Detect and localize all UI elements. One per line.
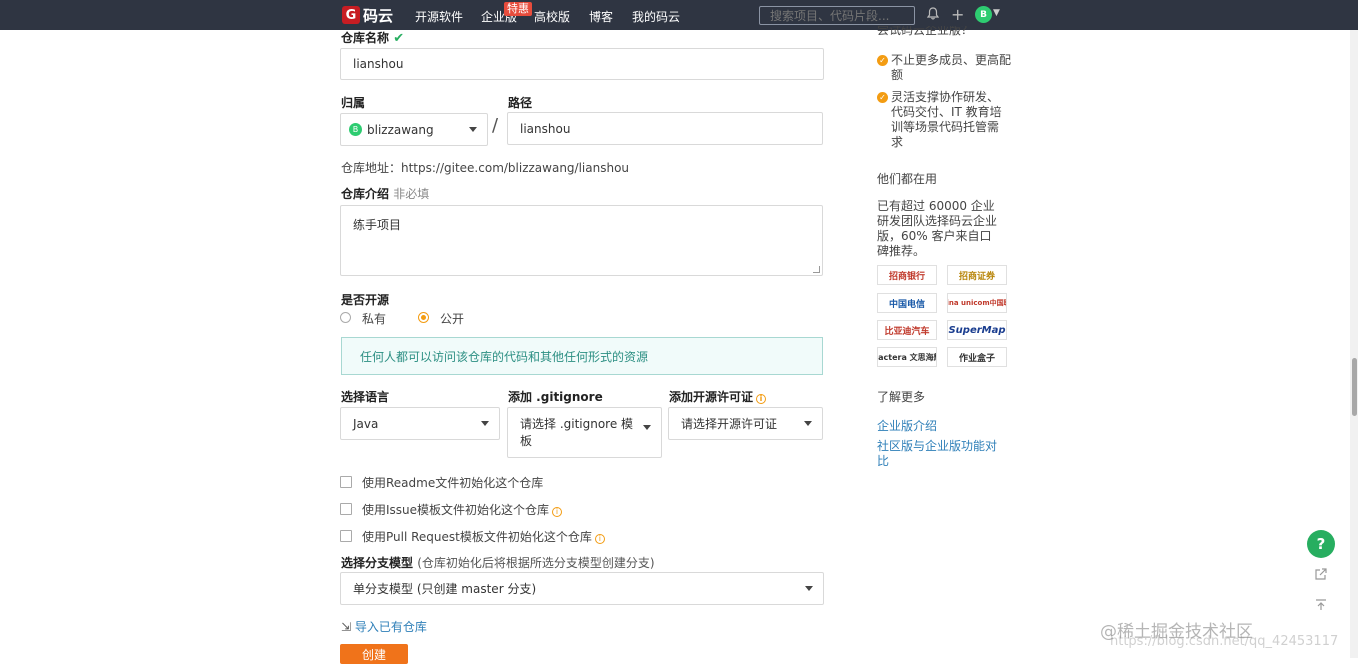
users-text: 已有超过 60000 企业研发团队选择码云企业版，60% 客户来自口碑推荐。 [877, 199, 998, 258]
license-label: 添加开源许可证 i [669, 388, 767, 405]
license-select[interactable]: 请选择开源许可证 [668, 407, 823, 440]
logo-text: 码云 [363, 6, 394, 25]
chevron-down-icon [804, 420, 812, 426]
info-icon[interactable]: i [594, 534, 605, 544]
radio-private-label[interactable]: 私有 [362, 310, 386, 327]
owner-select[interactable]: B blizzawang [340, 113, 488, 146]
logo-cmb: 招商银行 [877, 265, 937, 285]
scrollbar-thumb[interactable] [1352, 358, 1357, 416]
owner-label: 归属 [341, 96, 366, 110]
branch-model-hint: (仓库初始化后将根据所选分支模型创建分支) [417, 556, 655, 570]
logo-byd: 比亚迪汽车 [877, 320, 937, 340]
bell-icon[interactable] [926, 7, 940, 24]
license-value: 请选择开源许可证 [681, 417, 778, 431]
logo-china-telecom: 中国电信 [877, 293, 937, 313]
owner-value: blizzawang [367, 122, 434, 137]
check-circle-icon: ✓ [877, 92, 888, 103]
chevron-down-icon[interactable]: ▼ [993, 8, 1000, 18]
repo-name-label: 仓库名称 ✔ [341, 31, 405, 46]
branch-model-label: 选择分支模型 (仓库初始化后将根据所选分支模型创建分支) [341, 556, 655, 570]
open-source-label: 是否开源 [341, 293, 390, 307]
language-value: Java [353, 416, 379, 431]
learn-more-title: 了解更多 [877, 390, 926, 404]
check-icon: ✔ [393, 31, 405, 46]
import-icon: ⇲ [341, 620, 352, 634]
enterprise-bullet-1: 不止更多成员、更高配额 [891, 53, 1012, 82]
users-title: 他们都在用 [877, 172, 938, 186]
checkbox-pr-label[interactable]: 使用Pull Request模板文件初始化这个仓库 i [362, 528, 605, 545]
create-button[interactable]: 创建 [340, 644, 408, 664]
branch-model-select[interactable]: 单分支模型 (只创建 master 分支) [340, 572, 824, 605]
path-value: lianshou [520, 121, 571, 136]
path-separator: / [492, 115, 499, 136]
enterprise-bullet-2: 灵活支撑协作研发、代码交付、IT 教育培训等场景代码托管需求 [891, 90, 1002, 149]
nav-blog[interactable]: 博客 [589, 8, 613, 25]
checkbox-readme[interactable] [340, 476, 352, 488]
logo-pactera: pactera 文思海辉 [877, 347, 937, 367]
repo-url: 仓库地址：https://gitee.com/blizzawang/liansh… [341, 161, 630, 175]
radio-public-label[interactable]: 公开 [440, 310, 464, 327]
chevron-down-icon [469, 126, 477, 132]
path-input[interactable]: lianshou [507, 112, 823, 145]
user-avatar[interactable]: B [975, 6, 992, 23]
gitignore-label: 添加 .gitignore [508, 390, 603, 404]
checkbox-readme-label[interactable]: 使用Readme文件初始化这个仓库 [362, 474, 543, 491]
checkbox-issue-label[interactable]: 使用Issue模板文件初始化这个仓库 i [362, 501, 563, 518]
repo-name-value: lianshou [353, 57, 404, 71]
help-button[interactable]: ? [1307, 530, 1335, 558]
gitee-logo-icon: G [342, 6, 360, 24]
nav-open-source[interactable]: 开源软件 [415, 8, 463, 25]
promo-badge: 特惠 [504, 2, 532, 16]
logo-china-unicom: China unicom中国联通 [947, 293, 1007, 313]
gitignore-value: 请选择 .gitignore 模板 [520, 417, 634, 448]
chevron-down-icon [805, 585, 813, 591]
logo-zuoyehezi: 作业盒子 [947, 347, 1007, 367]
info-icon[interactable]: i [756, 394, 767, 404]
chevron-down-icon [643, 425, 651, 430]
info-icon[interactable]: i [552, 507, 563, 517]
enterprise-intro-link[interactable]: 企业版介绍 [877, 417, 937, 434]
intro-value: 练手项目 [353, 218, 402, 232]
share-icon[interactable] [1307, 560, 1335, 588]
owner-avatar-icon: B [349, 123, 362, 136]
search-input[interactable] [759, 6, 915, 25]
logo-cmbchina-sec: 招商证券 [947, 265, 1007, 285]
plus-icon[interactable]: + [951, 5, 964, 24]
chevron-down-icon [481, 420, 489, 426]
branch-model-value: 单分支模型 (只创建 master 分支) [353, 582, 537, 596]
watermark: @稀土掘金技术社区 [1100, 622, 1253, 642]
path-label: 路径 [508, 96, 533, 110]
enterprise-try-text: 尝试码云企业版？ [877, 26, 974, 37]
nav-university[interactable]: 高校版 [534, 8, 570, 25]
scrollbar-track[interactable] [1350, 30, 1358, 658]
intro-optional: 非必填 [393, 187, 430, 201]
repo-name-input[interactable]: lianshou [340, 48, 824, 80]
radio-private[interactable] [340, 312, 351, 323]
resize-handle-icon[interactable] [813, 266, 820, 273]
intro-label: 仓库介绍 非必填 [341, 187, 430, 201]
public-notice: 任何人都可以访问该仓库的代码和其他任何形式的资源 [341, 337, 823, 375]
import-repo-link[interactable]: ⇲ 导入已有仓库 [341, 618, 427, 635]
logo-supermap: SuperMap [947, 320, 1007, 340]
checkbox-issue[interactable] [340, 503, 352, 515]
back-to-top-icon[interactable] [1307, 591, 1335, 619]
language-select[interactable]: Java [340, 407, 500, 440]
language-label: 选择语言 [341, 390, 390, 404]
check-circle-icon: ✓ [877, 55, 888, 66]
intro-textarea[interactable]: 练手项目 [340, 205, 823, 276]
gitignore-select[interactable]: 请选择 .gitignore 模板 [507, 407, 662, 458]
logo[interactable]: G 码云 [342, 5, 393, 25]
compare-editions-link[interactable]: 社区版与企业版功能对比 [877, 439, 1005, 469]
radio-public[interactable] [418, 312, 429, 323]
checkbox-pr[interactable] [340, 530, 352, 542]
nav-my-gitee[interactable]: 我的码云 [632, 8, 680, 25]
